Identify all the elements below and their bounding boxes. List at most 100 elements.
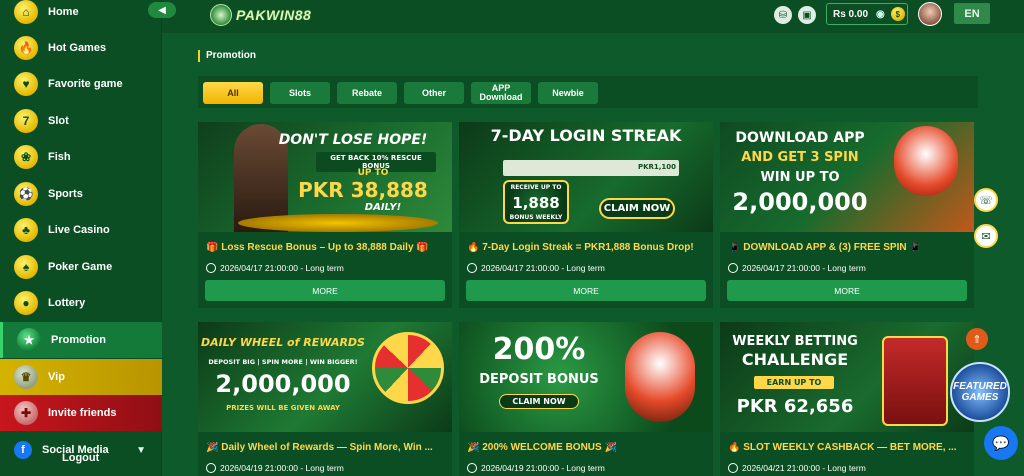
banner-text: EARN UP TO bbox=[754, 376, 834, 389]
banner-text: CHALLENGE bbox=[741, 350, 849, 369]
promo-date: 2026/04/19 21:00:00 - Long term bbox=[467, 463, 605, 473]
banner-text: RECEIVE UP TO bbox=[510, 184, 562, 191]
banner-text: DAILY WHEEL of REWARDS bbox=[201, 336, 365, 349]
tab-other[interactable]: Other bbox=[404, 82, 464, 104]
logo-text: PAKWIN88 bbox=[236, 7, 312, 23]
sidebar-item-favorite-game[interactable]: ♥ Favorite game bbox=[0, 66, 162, 102]
promo-date-text: 2026/04/17 21:00:00 - Long term bbox=[481, 263, 605, 273]
sidebar-item-hot-games[interactable]: 🔥 Hot Games bbox=[0, 30, 162, 66]
promo-card[interactable]: 7-DAY LOGIN STREAK PKR1,100 RECEIVE UP T… bbox=[459, 122, 713, 308]
promo-card[interactable]: WEEKLY BETTING CHALLENGE EARN UP TO PKR … bbox=[720, 322, 974, 476]
banner-text: 2,000,000 bbox=[732, 188, 868, 216]
clock-icon bbox=[728, 463, 738, 473]
collapse-sidebar-button[interactable]: ◀ bbox=[148, 2, 176, 18]
sidebar-item-sports[interactable]: ⚽ Sports bbox=[0, 176, 162, 212]
banner-text: PKR 62,656 bbox=[736, 396, 854, 417]
promo-card[interactable]: DAILY WHEEL of REWARDS DEPOSIT BIG | SPI… bbox=[198, 322, 452, 476]
promo-date-text: 2026/04/19 21:00:00 - Long term bbox=[481, 463, 605, 473]
more-button[interactable]: MORE bbox=[466, 280, 706, 301]
tab-slots[interactable]: Slots bbox=[270, 82, 330, 104]
tab-newbie[interactable]: Newbie bbox=[538, 82, 598, 104]
sidebar-item-invite-friends[interactable]: ✚ Invite friends bbox=[0, 395, 162, 431]
tab-app-download[interactable]: APP Download bbox=[471, 82, 531, 104]
poker-icon: ♠ bbox=[14, 255, 38, 279]
sidebar-item-lottery[interactable]: ● Lottery bbox=[0, 285, 162, 321]
tab-all[interactable]: All bbox=[203, 82, 263, 104]
sidebar-item-label: Poker Game bbox=[48, 261, 113, 273]
promo-card[interactable]: DOWNLOAD APP AND GET 3 SPIN WIN UP TO 2,… bbox=[720, 122, 974, 308]
banner-text: WIN UP TO bbox=[760, 170, 840, 185]
sidebar-item-poker-game[interactable]: ♠ Poker Game bbox=[0, 249, 162, 285]
chat-bubble-icon: 💬 bbox=[992, 434, 1010, 451]
promo-title: 🔥 7-Day Login Streak = PKR1,888 Bonus Dr… bbox=[467, 242, 694, 253]
promo-date: 2026/04/19 21:00:00 - Long term bbox=[206, 463, 344, 473]
customer-service-button[interactable]: ☏ bbox=[974, 188, 998, 212]
logout-link[interactable]: Logout bbox=[62, 452, 99, 464]
sidebar-item-fish[interactable]: ❀ Fish bbox=[0, 139, 162, 175]
promo-title: 🎉 200% WELCOME BONUS 🎉 bbox=[467, 442, 617, 453]
banner-text: CLAIM NOW bbox=[599, 198, 675, 219]
message-button[interactable]: ✉ bbox=[974, 224, 998, 248]
chevron-left-icon: ◀ bbox=[158, 4, 166, 16]
avatar[interactable] bbox=[918, 2, 942, 26]
slot-machine-image bbox=[882, 336, 948, 426]
sidebar-item-label: Lottery bbox=[48, 297, 86, 309]
site-logo[interactable]: PAKWIN88 bbox=[210, 4, 311, 26]
promo-banner-download-app[interactable]: DOWNLOAD APP AND GET 3 SPIN WIN UP TO 2,… bbox=[720, 122, 974, 232]
fish-icon: ❀ bbox=[14, 145, 38, 169]
refresh-coin-icon[interactable]: $ bbox=[890, 7, 905, 21]
sidebar-item-live-casino[interactable]: ♣ Live Casino bbox=[0, 212, 162, 248]
sidebar: ⌂ Home 🔥 Hot Games ♥ Favorite game 7 Slo… bbox=[0, 0, 162, 476]
chevron-down-icon[interactable]: ▼ bbox=[136, 445, 146, 456]
banner-text: PKR1,100 bbox=[637, 163, 677, 171]
promo-title: 📱 DOWNLOAD APP & (3) FREE SPIN 📱 bbox=[728, 242, 922, 253]
clock-icon bbox=[206, 463, 216, 473]
promo-banner-login-streak[interactable]: 7-DAY LOGIN STREAK PKR1,100 RECEIVE UP T… bbox=[459, 122, 713, 232]
promo-banner-weekly-challenge[interactable]: WEEKLY BETTING CHALLENGE EARN UP TO PKR … bbox=[720, 322, 974, 432]
sidebar-item-home[interactable]: ⌂ Home bbox=[0, 0, 162, 30]
more-button[interactable]: MORE bbox=[727, 280, 967, 301]
balance-display: Rs 0.00 ◉ $ bbox=[826, 3, 908, 25]
promo-banner-200-deposit[interactable]: 200% DEPOSIT BONUS CLAIM NOW bbox=[459, 322, 713, 432]
promotion-icon: ★ bbox=[17, 328, 41, 352]
more-button[interactable]: MORE bbox=[205, 280, 445, 301]
promo-banner-loss-rescue[interactable]: DON'T LOSE HOPE! GET BACK 10% RESCUE BON… bbox=[198, 122, 452, 232]
sidebar-item-vip[interactable]: ♛ Vip bbox=[0, 359, 162, 395]
promo-banner-daily-wheel[interactable]: DAILY WHEEL of REWARDS DEPOSIT BIG | SPI… bbox=[198, 322, 452, 432]
mascot-image bbox=[625, 332, 695, 422]
wallet-icon[interactable]: ⛁ bbox=[774, 6, 792, 24]
live-casino-icon: ♣ bbox=[14, 218, 38, 242]
sidebar-item-label: Promotion bbox=[51, 334, 106, 346]
banner-text: 7-DAY LOGIN STREAK bbox=[490, 126, 682, 145]
banner-text: DOWNLOAD APP bbox=[735, 130, 865, 146]
banner-text: DEPOSIT BONUS bbox=[479, 372, 599, 387]
top-header: ◀ PAKWIN88 ⛁ ▣ Rs 0.00 ◉ $ EN bbox=[148, 0, 1024, 33]
deposit-icon[interactable]: ▣ bbox=[798, 6, 816, 24]
scroll-top-button[interactable]: ⇑ bbox=[966, 328, 988, 350]
facebook-icon: f bbox=[14, 441, 32, 459]
sidebar-item-label: Invite friends bbox=[48, 407, 117, 419]
banner-text: PKR 38,888 bbox=[298, 178, 428, 202]
banner-text: PRIZES WILL BE GIVEN AWAY bbox=[226, 404, 340, 412]
balance-amount: Rs 0.00 bbox=[833, 8, 869, 20]
sidebar-item-label: Hot Games bbox=[48, 42, 107, 54]
sidebar-item-label: Live Casino bbox=[48, 224, 110, 236]
promo-date-text: 2026/04/17 21:00:00 - Long term bbox=[742, 263, 866, 273]
headset-icon: ☏ bbox=[979, 194, 993, 207]
eye-icon[interactable]: ◉ bbox=[876, 9, 885, 20]
sidebar-item-slot[interactable]: 7 Slot bbox=[0, 103, 162, 139]
promo-date: 2026/04/17 21:00:00 - Long term bbox=[728, 263, 866, 273]
promo-title: 🎁 Loss Rescue Bonus – Up to 38,888 Daily… bbox=[206, 242, 429, 253]
message-icon: ✉ bbox=[981, 230, 991, 243]
promo-card[interactable]: 200% DEPOSIT BONUS CLAIM NOW 🎉 200% WELC… bbox=[459, 322, 713, 476]
featured-games-button[interactable]: FEATURED GAMES bbox=[950, 362, 1010, 422]
tab-rebate[interactable]: Rebate bbox=[337, 82, 397, 104]
language-button[interactable]: EN bbox=[954, 3, 990, 24]
sidebar-item-promotion[interactable]: ★ Promotion bbox=[0, 322, 162, 358]
featured-games-label: FEATURED GAMES bbox=[953, 381, 1007, 403]
banner-text: BONUS WEEKLY bbox=[509, 214, 563, 221]
banner-text: CLAIM NOW bbox=[499, 394, 579, 409]
promo-card[interactable]: DON'T LOSE HOPE! GET BACK 10% RESCUE BON… bbox=[198, 122, 452, 308]
sidebar-item-label: Home bbox=[48, 6, 79, 18]
live-chat-button[interactable]: 💬 bbox=[984, 426, 1018, 460]
